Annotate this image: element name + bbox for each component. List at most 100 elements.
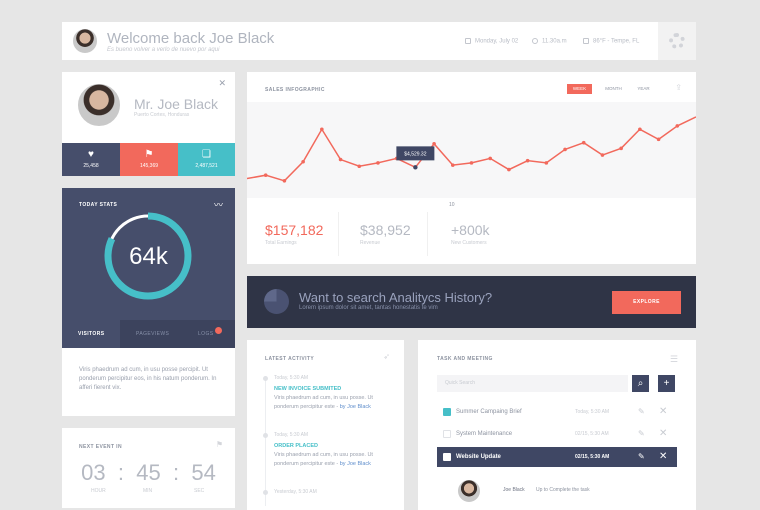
pencil-icon[interactable]: ✎ (638, 447, 645, 467)
banner-heading: Want to search Analitycs History? (299, 290, 493, 305)
chart-point[interactable] (638, 127, 642, 132)
divider (338, 212, 339, 256)
period-month-button[interactable]: MONTH (601, 84, 626, 94)
stats-value: 64k (129, 243, 168, 270)
flags-stat-button[interactable]: ⚑ 145,369 (120, 143, 178, 176)
chart-point[interactable] (600, 153, 605, 157)
chart-point[interactable] (432, 142, 436, 146)
welcome-subtitle: Es bueno volver a verlo de nuevo por aqu… (107, 47, 220, 53)
search-banner: Want to search Analitycs History? Lorem … (247, 276, 696, 328)
task-row[interactable]: System Maintenance 02/15, 5:30 AM ✎ ✕ (437, 424, 677, 444)
close-icon[interactable]: ✕ (659, 424, 667, 444)
share-icon[interactable]: ⇪ (675, 83, 682, 92)
chart-point[interactable] (488, 156, 493, 161)
kpi-value: $157,182 (265, 222, 324, 238)
task-row[interactable]: Summer Campaing Brief Today, 5:30 AM ✎ ✕ (437, 402, 677, 422)
rocket-icon[interactable]: ➶ (383, 352, 390, 361)
search-button[interactable]: ⌕ (632, 375, 649, 392)
tab-visitors[interactable]: VISITORS (62, 320, 120, 348)
chart-point[interactable] (376, 161, 380, 165)
chart-point[interactable] (581, 140, 586, 145)
activity-title: LATEST ACTIVITY (265, 356, 315, 362)
task-checkbox[interactable] (443, 408, 451, 416)
profile-location: Puerto Cortes, Honduras (134, 112, 190, 118)
profile-avatar[interactable] (76, 82, 122, 128)
search-icon: ⌕ (637, 378, 644, 389)
timeline-dot (263, 433, 268, 438)
chart-point[interactable] (357, 164, 362, 169)
countdown-separator: : (166, 460, 186, 485)
heart-icon: ♥ (88, 149, 94, 160)
flags-count: 145,369 (139, 163, 159, 169)
activity-item: Yesterday, 5:30 AM (263, 489, 317, 495)
chart-point[interactable] (282, 179, 287, 183)
close-icon[interactable]: ✕ (659, 402, 667, 422)
activity-time: Yesterday, 5:30 AM (274, 489, 317, 495)
likes-count: 25,458 (83, 163, 99, 169)
quick-search-input[interactable]: Quick Search (437, 375, 628, 392)
assignee-avatar[interactable] (456, 478, 482, 504)
chart-point[interactable] (450, 163, 455, 167)
task-row-selected[interactable]: Website Update 02/15, 5:30 AM ✎ ✕ (437, 447, 677, 467)
notification-badge (215, 327, 222, 334)
chat-icon: ❏ (202, 149, 211, 160)
activity-item: Today, 5:30 AM NEW INVOICE SUBMITED Viri… (263, 375, 389, 412)
unit-min: MIN (143, 488, 153, 494)
avatar[interactable] (71, 27, 99, 55)
activity-author-link[interactable]: by Joe Black (340, 404, 371, 410)
activity-text: Viris phaedrum ad cum, in usu posse. Ut … (274, 451, 389, 469)
calendar-icon (465, 38, 471, 44)
profile-name: Mr. Joe Black (134, 96, 219, 112)
pencil-icon[interactable]: ✎ (638, 424, 645, 444)
sales-infographic-card: SALES INFOGRAPHIC WEEK MONTH YEAR ⇪ $4,5… (247, 72, 696, 264)
activity-author-link[interactable]: by Joe Black (340, 461, 371, 467)
divider (427, 212, 428, 256)
flag-icon[interactable]: ⚑ (216, 440, 223, 449)
kpi-label: New Customers (451, 240, 487, 246)
time-display: 11.30a.m (532, 38, 567, 45)
plus-icon: + (663, 378, 670, 389)
chart-point[interactable] (263, 173, 268, 177)
period-year-button[interactable]: YEAR (631, 84, 656, 94)
period-week-button[interactable]: WEEK (567, 84, 592, 94)
chart-point[interactable] (619, 146, 623, 151)
messages-stat-button[interactable]: ❏ 2,487,521 (178, 143, 235, 176)
explore-button[interactable]: EXPLORE (612, 291, 681, 314)
trend-icon[interactable]: 〰 (214, 198, 223, 211)
kpi-total-earnings: $157,182 Total Earnings (265, 222, 323, 246)
countdown-hours: 03 (81, 460, 106, 485)
chart-point[interactable] (469, 161, 474, 165)
chart-point[interactable] (563, 147, 567, 152)
tab-logs-label: LOGS (198, 331, 214, 337)
today-stats-title: TODAY STATS (79, 202, 118, 208)
add-task-button[interactable]: + (658, 375, 675, 392)
likes-stat-button[interactable]: ♥ 25,458 (62, 143, 120, 176)
chart-point[interactable] (544, 161, 549, 165)
chart-point[interactable] (675, 124, 680, 128)
kpi-revenue: $38,952 Revenue (360, 222, 411, 246)
task-checkbox[interactable] (443, 453, 451, 461)
chart-point[interactable] (320, 127, 324, 132)
task-meeting-card: TASK AND MEETING ☰ Quick Search ⌕ + Summ… (418, 340, 696, 510)
latest-activity-card: LATEST ACTIVITY ➶ Today, 5:30 AM NEW INV… (247, 340, 404, 510)
pencil-icon[interactable]: ✎ (638, 402, 645, 422)
chart-point[interactable] (507, 167, 511, 172)
list-icon[interactable]: ☰ (670, 354, 678, 365)
chart-point[interactable] (301, 159, 305, 164)
close-icon[interactable]: ✕ (659, 447, 667, 467)
assignee-name[interactable]: Joe Black (503, 487, 525, 493)
settings-button[interactable] (658, 22, 696, 60)
activity-heading[interactable]: ORDER PLACED (274, 443, 389, 449)
kpi-value: $38,952 (360, 222, 411, 238)
chart-point[interactable] (656, 137, 661, 142)
activity-heading[interactable]: NEW INVOICE SUBMITED (274, 386, 389, 392)
tab-pageviews[interactable]: PAGEVIEWS (120, 320, 178, 348)
timeline-line (265, 376, 266, 506)
task-checkbox[interactable] (443, 430, 451, 438)
chart-point[interactable] (413, 165, 418, 170)
tab-logs[interactable]: LOGS (178, 320, 235, 348)
close-icon[interactable]: ✕ (218, 78, 226, 89)
chart-point[interactable] (525, 158, 530, 163)
chart-point[interactable] (338, 157, 343, 162)
kpi-new-customers: +800k New Customers (451, 222, 490, 246)
